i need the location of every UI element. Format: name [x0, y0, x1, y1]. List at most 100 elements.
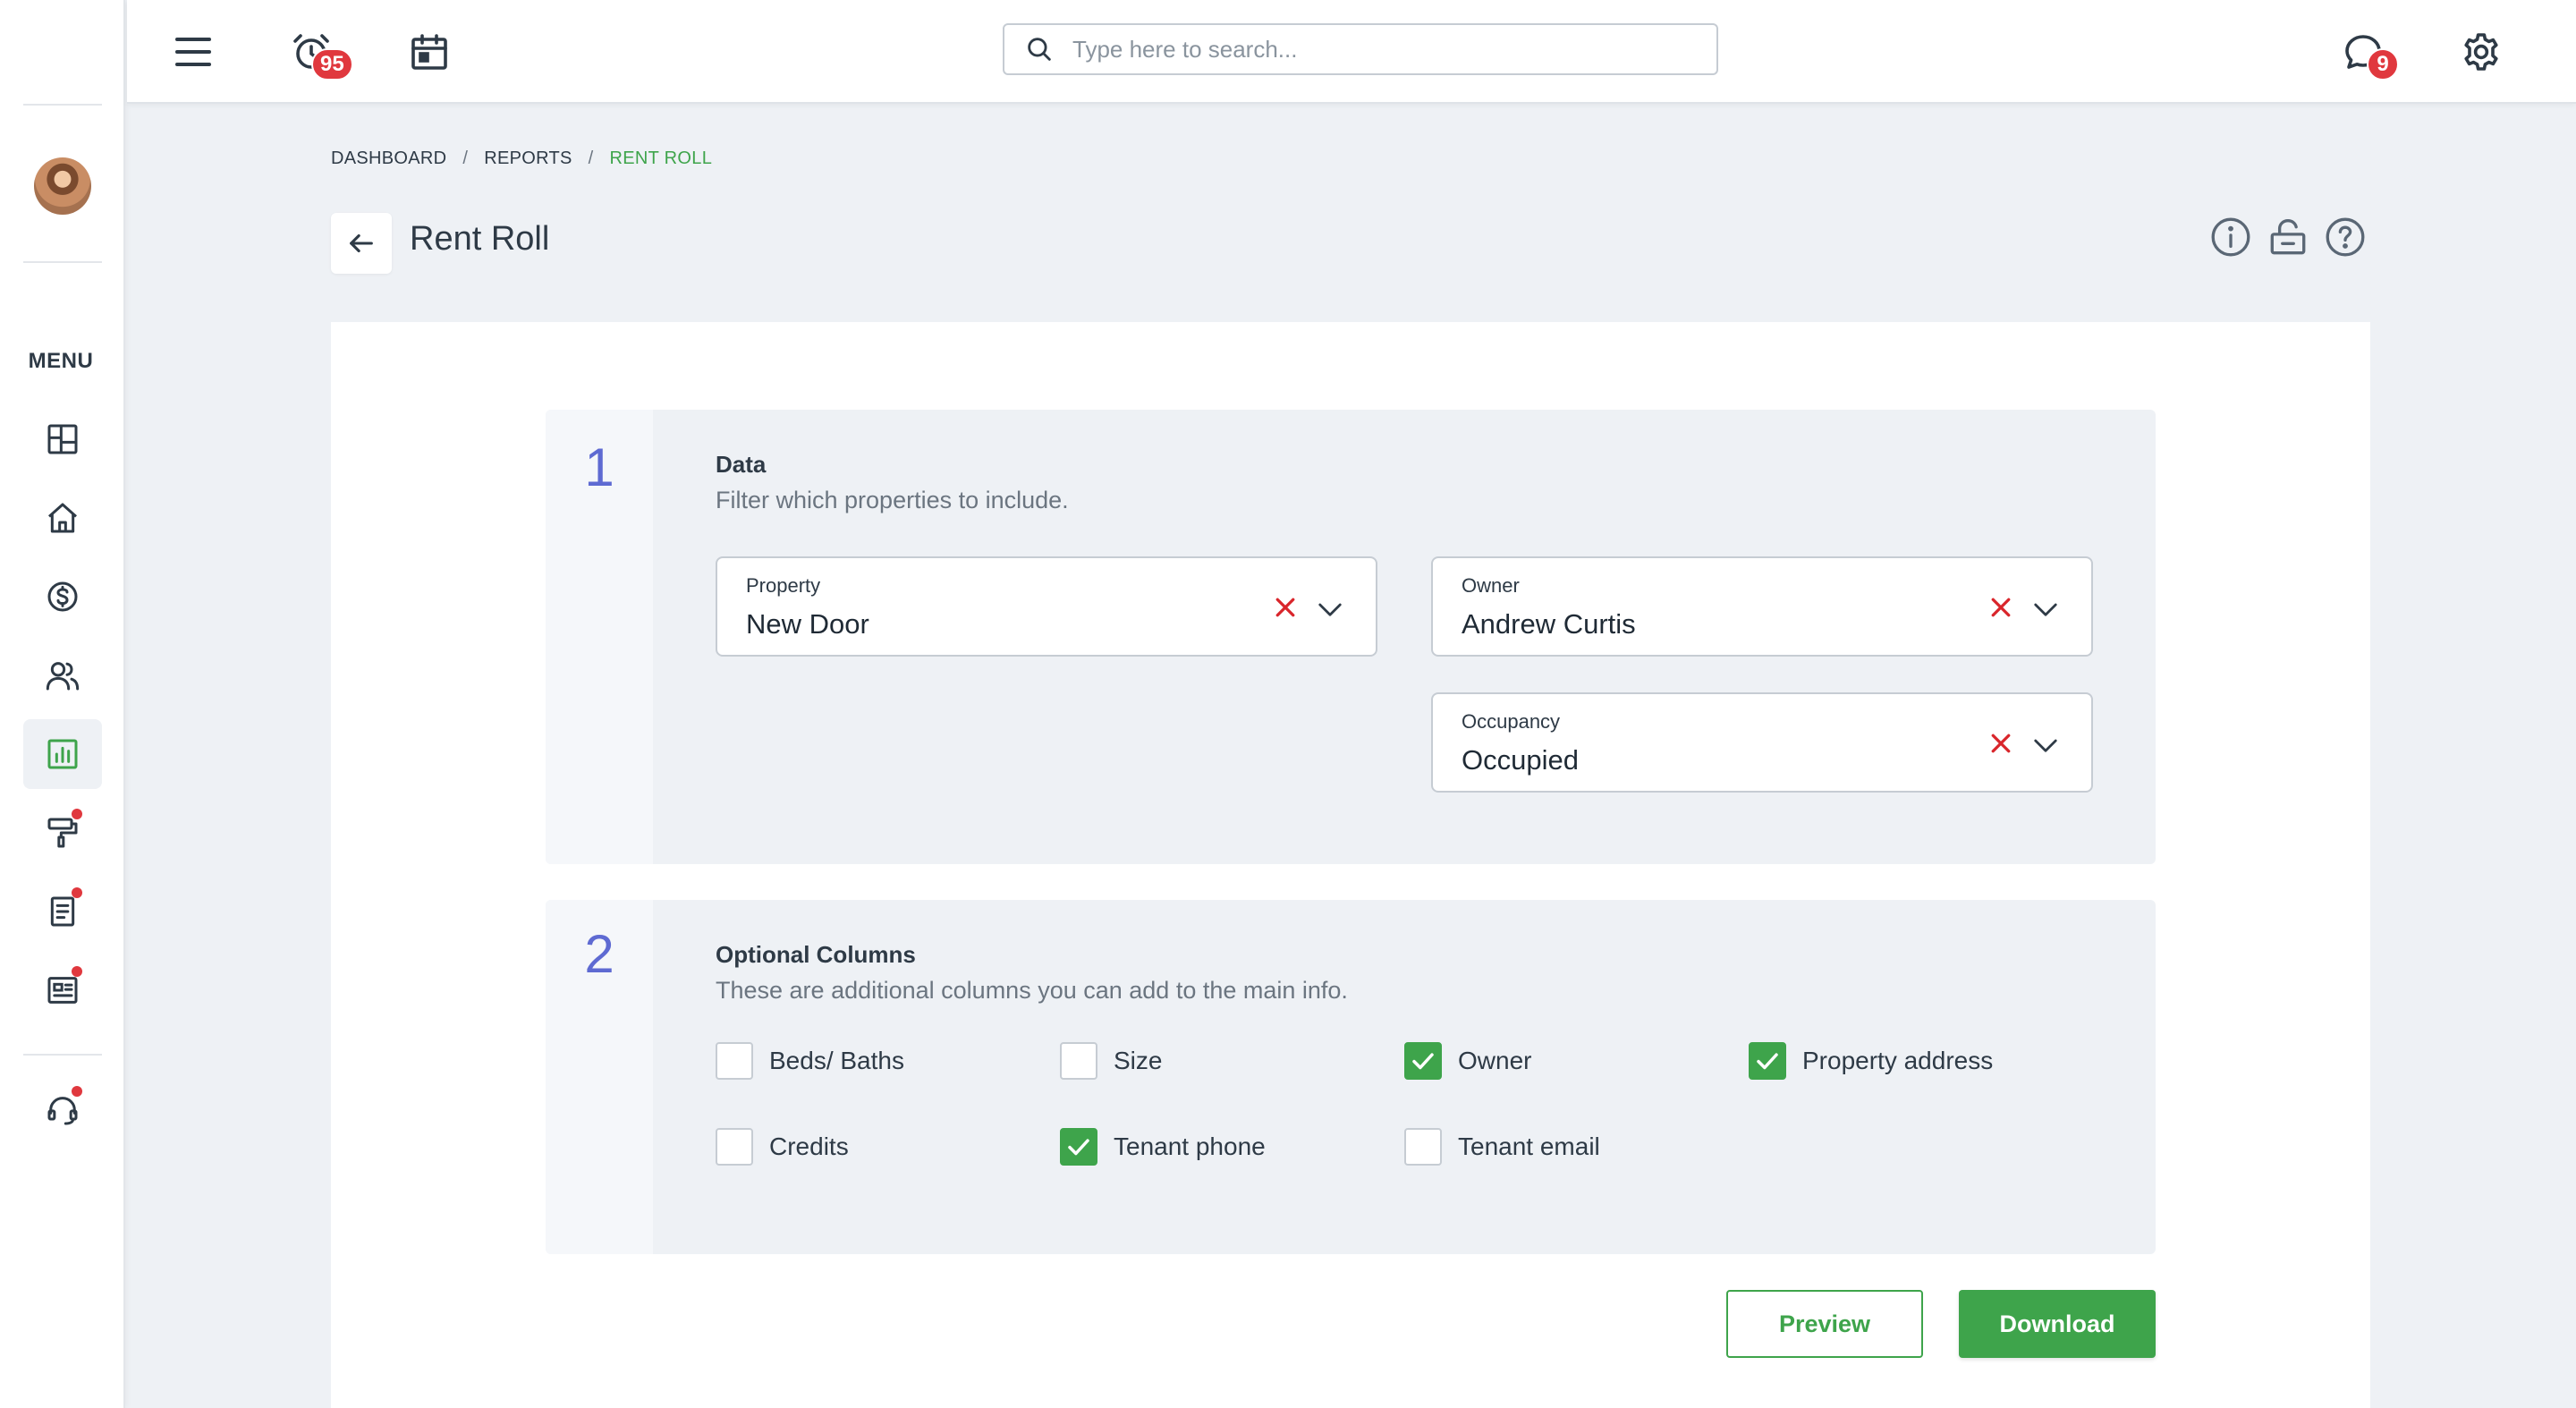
section-subtitle: Filter which properties to include. [716, 487, 1069, 513]
close-icon [1275, 598, 1295, 617]
checkbox-checked[interactable] [1749, 1042, 1786, 1080]
option-tenant-email[interactable]: Tenant email [1404, 1127, 1600, 1166]
sidebar-item-reports[interactable] [23, 719, 102, 789]
unlock-icon [2270, 218, 2306, 255]
gear-icon [2464, 33, 2498, 71]
sidebar-item-listings[interactable] [23, 955, 102, 1025]
lock-button[interactable] [2264, 213, 2312, 261]
occupancy-select[interactable]: Occupancy Occupied [1431, 692, 2093, 793]
option-property-address[interactable]: Property address [1749, 1041, 1993, 1081]
sidebar-item-properties[interactable] [23, 483, 102, 553]
field-label: Property [746, 574, 821, 597]
maintenance-roller-icon [47, 818, 78, 848]
sidebar-item-support[interactable] [23, 1075, 102, 1145]
sidebar-item-maintenance[interactable] [23, 798, 102, 868]
help-button[interactable] [2321, 213, 2369, 261]
reports-chart-icon [47, 739, 78, 769]
calendar-button[interactable] [399, 21, 460, 82]
chevron-down-icon [2034, 603, 2057, 616]
option-beds-baths[interactable]: Beds/ Baths [716, 1041, 904, 1081]
top-bar: 95 9 [127, 0, 2576, 104]
checkmark-icon [1412, 1053, 1434, 1070]
document-icon [50, 896, 75, 927]
checkbox[interactable] [716, 1042, 753, 1080]
option-label: Owner [1458, 1047, 1532, 1074]
checkbox[interactable] [1404, 1128, 1442, 1166]
chevron-down-icon [2034, 739, 2057, 752]
sidebar-item-accounting[interactable] [23, 562, 102, 632]
dropdown-toggle[interactable] [2032, 732, 2059, 759]
owner-select[interactable]: Owner Andrew Curtis [1431, 556, 2093, 657]
clear-button[interactable] [1987, 594, 2014, 621]
field-value: Andrew Curtis [1462, 608, 1636, 640]
hamburger-menu-button[interactable] [163, 21, 224, 82]
listing-icon [47, 977, 78, 1004]
info-button[interactable] [2207, 213, 2255, 261]
sidebar-item-people[interactable] [23, 640, 102, 710]
checkbox[interactable] [716, 1128, 753, 1166]
settings-button[interactable] [2451, 21, 2512, 82]
field-label: Owner [1462, 574, 1520, 597]
search-icon [1028, 38, 1051, 61]
option-label: Tenant email [1458, 1132, 1600, 1160]
help-icon [2326, 217, 2365, 257]
people-icon [46, 662, 80, 691]
chevron-down-icon [1318, 603, 1342, 616]
section-title: Data [716, 451, 767, 478]
optional-columns-section: 2 Optional Columns These are additional … [546, 900, 2156, 1254]
option-label: Beds/ Baths [769, 1047, 904, 1074]
sidebar: MENU [0, 0, 125, 1408]
alarms-button[interactable]: 95 [281, 21, 353, 82]
user-avatar[interactable] [34, 157, 91, 215]
property-select[interactable]: Property New Door [716, 556, 1377, 657]
option-tenant-phone[interactable]: Tenant phone [1060, 1127, 1266, 1166]
messages-count-badge: 9 [2367, 48, 2399, 81]
download-button[interactable]: Download [1959, 1290, 2156, 1358]
option-credits[interactable]: Credits [716, 1127, 849, 1166]
checkbox-checked[interactable] [1060, 1128, 1097, 1166]
clear-button[interactable] [1272, 594, 1299, 621]
calendar-icon [411, 34, 447, 70]
dollar-icon [47, 581, 78, 612]
hamburger-icon [175, 38, 211, 66]
back-button[interactable] [331, 213, 392, 274]
menu-label: MENU [28, 349, 94, 373]
checkbox[interactable] [1060, 1042, 1097, 1080]
option-size[interactable]: Size [1060, 1041, 1162, 1081]
breadcrumb-reports[interactable]: REPORTS [484, 148, 572, 169]
option-owner[interactable]: Owner [1404, 1041, 1531, 1081]
sidebar-divider [23, 261, 102, 263]
data-filter-section: 1 Data Filter which properties to includ… [546, 410, 2156, 864]
section-subtitle: These are additional columns you can add… [716, 977, 1348, 1004]
messages-button[interactable]: 9 [2333, 21, 2399, 82]
alarm-count-badge: 95 [311, 48, 353, 81]
page-title: Rent Roll [410, 220, 550, 258]
notification-dot [72, 887, 82, 898]
breadcrumb-dashboard[interactable]: DASHBOARD [331, 148, 446, 169]
section-number: 1 [584, 437, 614, 497]
option-label: Credits [769, 1132, 849, 1160]
sidebar-item-documents[interactable] [23, 877, 102, 946]
preview-button[interactable]: Preview [1726, 1290, 1923, 1358]
section-number: 2 [584, 924, 614, 984]
close-icon [1991, 734, 2011, 753]
dropdown-toggle[interactable] [1317, 596, 1343, 623]
close-icon [1991, 598, 2011, 617]
sidebar-item-dashboard[interactable] [23, 404, 102, 474]
info-icon [2211, 217, 2250, 257]
checkbox-checked[interactable] [1404, 1042, 1442, 1080]
option-label: Property address [1802, 1047, 1994, 1074]
sidebar-divider [23, 104, 102, 106]
report-card: 1 Data Filter which properties to includ… [331, 322, 2370, 1408]
dropdown-toggle[interactable] [2032, 596, 2059, 623]
search-input[interactable] [1072, 35, 1699, 64]
field-label: Occupancy [1462, 710, 1561, 733]
option-label: Size [1114, 1047, 1163, 1074]
home-icon [48, 503, 77, 533]
clear-button[interactable] [1987, 730, 2014, 757]
arrow-left-icon [350, 233, 373, 253]
notification-dot [72, 1086, 82, 1097]
search-bar[interactable] [1003, 23, 1718, 75]
checkmark-icon [1068, 1139, 1089, 1156]
field-value: New Door [746, 608, 869, 640]
